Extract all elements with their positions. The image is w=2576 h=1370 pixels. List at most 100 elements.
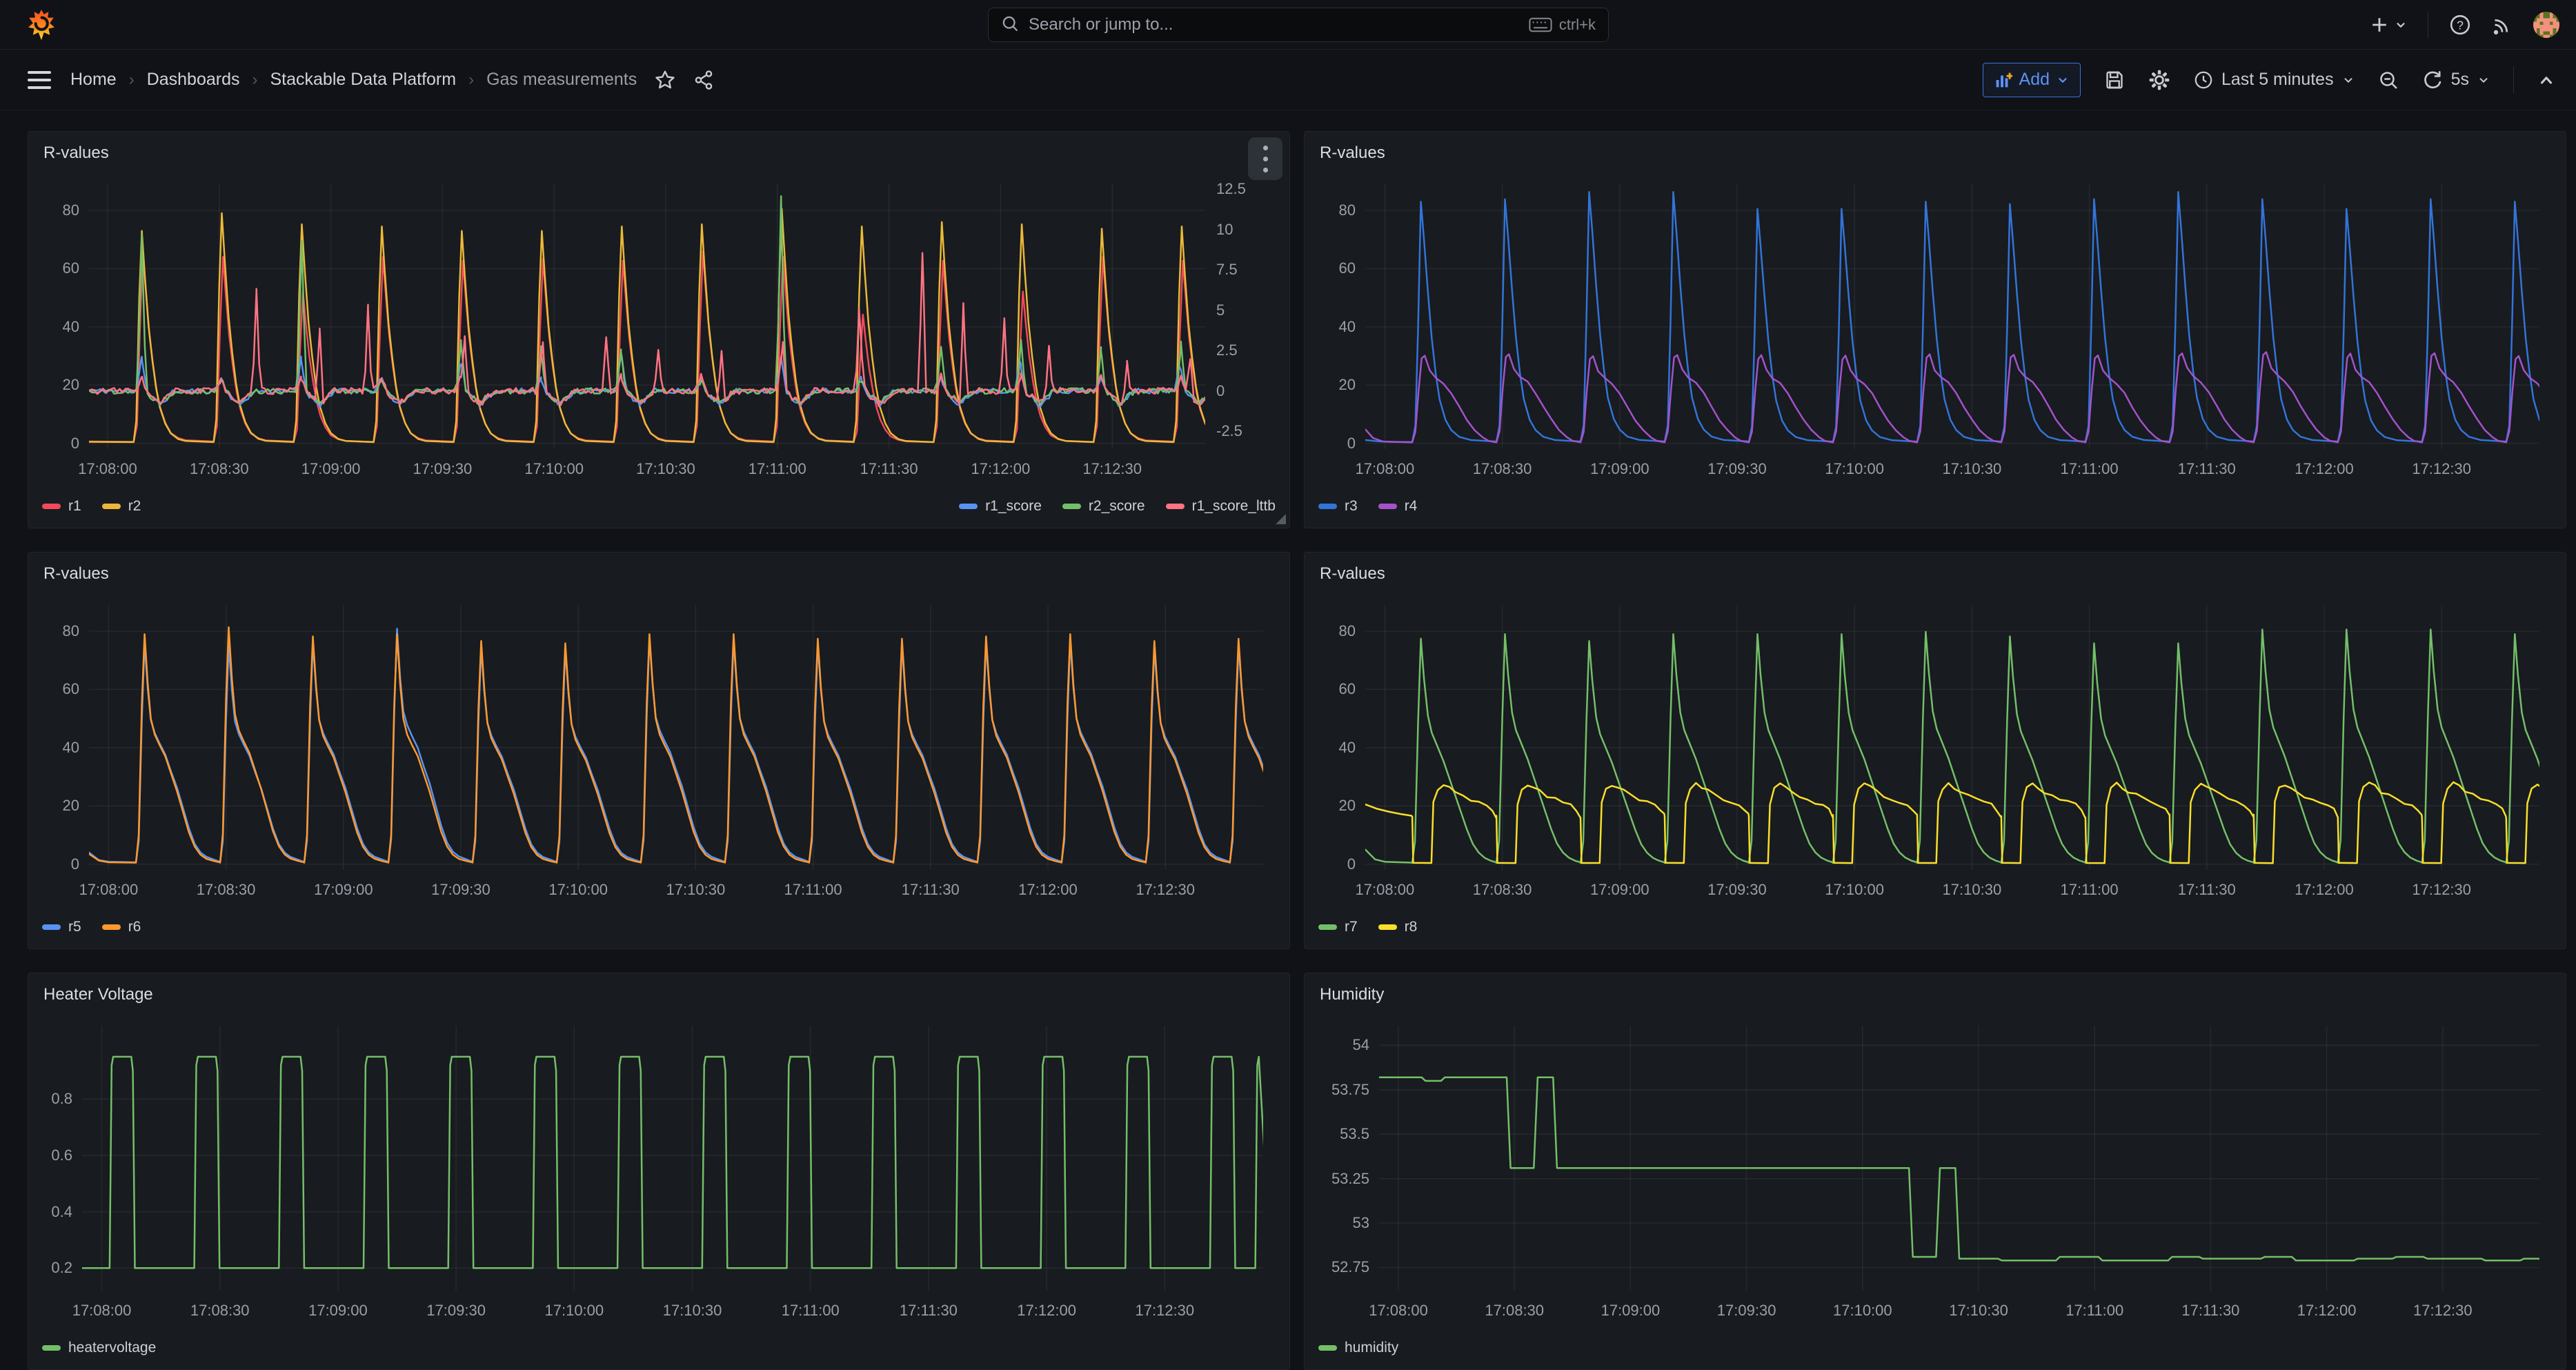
x-tick-label: 17:11:00 — [784, 881, 842, 899]
resize-handle[interactable] — [1276, 514, 1286, 524]
favorite-button[interactable] — [655, 70, 675, 90]
x-tick-label: 17:08:30 — [190, 1302, 250, 1320]
y-tick-label: 20 — [1339, 376, 1356, 394]
x-tick-label: 17:09:00 — [308, 1302, 368, 1320]
panel-p6-humidity: Humidity52.755353.2553.553.755417:08:001… — [1304, 973, 2566, 1370]
x-tick-label: 17:08:30 — [190, 460, 249, 478]
y-tick-label: 0.6 — [51, 1146, 72, 1164]
legend-item-humidity[interactable]: humidity — [1318, 1340, 1398, 1356]
x-tick-label: 17:10:30 — [636, 460, 695, 478]
legend-swatch — [1062, 504, 1081, 509]
plot-area[interactable]: 020406080-2.502.557.51012.517:08:0017:08… — [35, 175, 1282, 485]
chevron-down-icon — [2395, 19, 2407, 31]
x-tick-label: 17:08:00 — [78, 460, 137, 478]
breadcrumb-home[interactable]: Home — [70, 70, 117, 90]
legend-label: r3 — [1345, 498, 1358, 515]
y-tick-label: 53 — [1353, 1214, 1369, 1232]
panel-header[interactable]: R-values — [1305, 553, 2566, 595]
legend-item-r7[interactable]: r7 — [1318, 919, 1358, 935]
x-tick-label: 17:08:00 — [1356, 460, 1415, 478]
rss-icon — [2492, 14, 2513, 35]
x-tick-label: 17:10:30 — [666, 881, 726, 899]
y-tick-label: 40 — [1339, 739, 1356, 757]
legend-item-r1_score[interactable]: r1_score — [959, 498, 1042, 515]
legend-label: r5 — [68, 919, 81, 935]
panel-header[interactable]: R-values — [28, 132, 1289, 175]
plot-svg[interactable] — [35, 175, 1282, 485]
plot-area[interactable]: 02040608017:08:0017:08:3017:09:0017:09:3… — [1311, 175, 2559, 485]
plot-svg[interactable] — [35, 595, 1282, 906]
grafana-logo-icon[interactable] — [28, 10, 55, 40]
legend-item-r1_score_lttb[interactable]: r1_score_lttb — [1166, 498, 1276, 515]
menu-icon[interactable] — [28, 71, 51, 89]
plot-svg[interactable] — [35, 1016, 1282, 1327]
panel-title: R-values — [1320, 143, 1385, 163]
legend-swatch — [959, 504, 978, 509]
search-input[interactable]: Search or jump to... ctrl+k — [988, 8, 1609, 42]
x-tick-label: 17:11:30 — [902, 881, 960, 899]
legend-item-r8[interactable]: r8 — [1378, 919, 1418, 935]
y-tick-label-right: 5 — [1216, 301, 1225, 319]
breadcrumb-dashboards[interactable]: Dashboards — [147, 70, 240, 90]
panel-p2-r-values: R-values02040608017:08:0017:08:3017:09:0… — [1304, 131, 2566, 528]
plot-area[interactable]: 0.20.40.60.817:08:0017:08:3017:09:0017:0… — [35, 1016, 1282, 1327]
new-button[interactable] — [2370, 15, 2407, 34]
y-tick-label: 60 — [1339, 680, 1356, 698]
y-tick-label: 80 — [63, 201, 79, 219]
refresh-controls[interactable]: 5s — [2422, 70, 2490, 90]
panel-legend: r1 r2 r1_score r2_score r1_score_lttb — [42, 485, 1276, 528]
help-button[interactable]: ? — [2449, 14, 2471, 36]
save-button[interactable] — [2104, 70, 2125, 90]
x-tick-label: 17:09:00 — [1601, 1302, 1661, 1320]
y-tick-label: 40 — [63, 739, 79, 757]
series-humidity — [1379, 1078, 2539, 1261]
legend-label: r1_score_lttb — [1192, 498, 1276, 515]
star-icon — [655, 70, 675, 90]
series-heatervoltage — [82, 1057, 1278, 1268]
news-button[interactable] — [2492, 14, 2513, 35]
x-tick-label: 17:10:00 — [524, 460, 584, 478]
collapse-toolbar-button[interactable] — [2537, 71, 2555, 89]
chevron-down-icon — [2057, 74, 2069, 86]
legend-swatch — [1378, 504, 1397, 509]
panel-header[interactable]: Heater Voltage — [28, 973, 1289, 1016]
legend-swatch — [1318, 504, 1337, 509]
y-tick-label: 53.25 — [1331, 1170, 1369, 1188]
x-tick-label: 17:09:30 — [426, 1302, 486, 1320]
legend-item-r5[interactable]: r5 — [42, 919, 81, 935]
panel-header[interactable]: R-values — [1305, 132, 2566, 175]
keyboard-icon — [1529, 17, 1552, 33]
legend-item-r1[interactable]: r1 — [42, 498, 81, 515]
chevron-down-icon — [2477, 74, 2490, 86]
plot-area[interactable]: 02040608017:08:0017:08:3017:09:0017:09:3… — [1311, 595, 2559, 906]
breadcrumb-folder[interactable]: Stackable Data Platform — [270, 70, 457, 90]
breadcrumb-current: Gas measurements — [486, 70, 637, 90]
legend-item-r3[interactable]: r3 — [1318, 498, 1358, 515]
plot-svg[interactable] — [1311, 175, 2559, 485]
legend-item-r2_score[interactable]: r2_score — [1062, 498, 1145, 515]
y-tick-label: 40 — [1339, 318, 1356, 336]
avatar[interactable] — [2533, 12, 2559, 38]
panel-header[interactable]: Humidity — [1305, 973, 2566, 1016]
settings-button[interactable] — [2148, 69, 2170, 91]
legend-item-r2[interactable]: r2 — [102, 498, 141, 515]
legend-item-r4[interactable]: r4 — [1378, 498, 1418, 515]
legend-item-r6[interactable]: r6 — [102, 919, 141, 935]
plot-area[interactable]: 52.755353.2553.553.755417:08:0017:08:301… — [1311, 1016, 2559, 1327]
x-tick-label: 17:11:30 — [2178, 881, 2236, 899]
panel-menu-icon[interactable] — [1248, 137, 1282, 180]
x-tick-label: 17:11:30 — [860, 460, 918, 478]
plot-svg[interactable] — [1311, 1016, 2559, 1327]
panel-header[interactable]: R-values — [28, 553, 1289, 595]
panel-p5-heater-voltage: Heater Voltage0.20.40.60.817:08:0017:08:… — [28, 973, 1290, 1370]
x-tick-label: 17:09:00 — [1590, 881, 1649, 899]
plot-svg[interactable] — [1311, 595, 2559, 906]
plot-area[interactable]: 02040608017:08:0017:08:3017:09:0017:09:3… — [35, 595, 1282, 906]
time-range-label: Last 5 minutes — [2221, 70, 2334, 90]
legend-item-heatervoltage[interactable]: heatervoltage — [42, 1340, 156, 1356]
time-range-picker[interactable]: Last 5 minutes — [2194, 70, 2355, 90]
zoom-out-button[interactable] — [2378, 70, 2399, 90]
add-button[interactable]: Add — [1983, 63, 2081, 97]
share-button[interactable] — [693, 70, 714, 90]
y-tick-label: 52.75 — [1331, 1258, 1369, 1276]
